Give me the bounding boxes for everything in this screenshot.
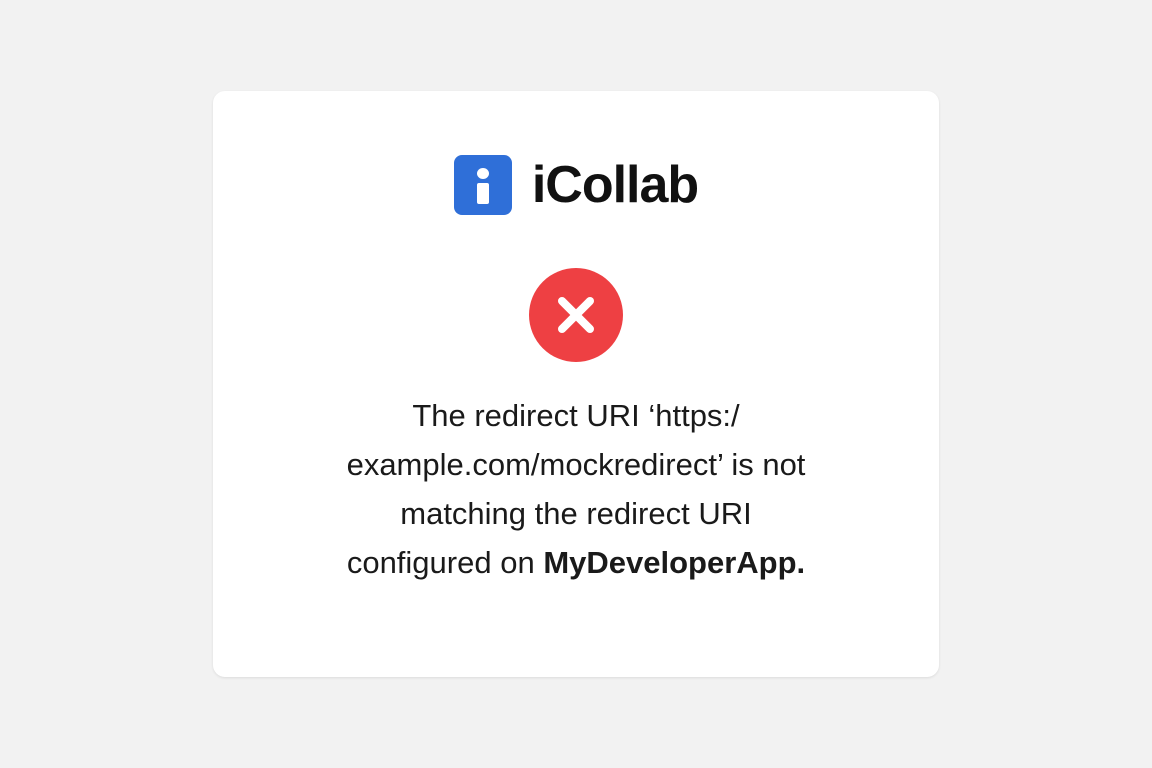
app-name: MyDeveloperApp. xyxy=(543,545,806,580)
error-message-line-4: configured on MyDeveloperApp. xyxy=(303,538,849,587)
error-message: The redirect URI ‘https:/ example.com/mo… xyxy=(303,391,849,587)
info-icon xyxy=(453,155,512,215)
brand-header: iCollab xyxy=(213,155,939,215)
error-x-icon xyxy=(529,268,623,362)
error-message-text: configured on xyxy=(346,545,544,580)
error-message-line-3: matching the redirect URI xyxy=(400,496,752,531)
error-message-line-1: The redirect URI ‘https:/ xyxy=(412,398,740,433)
error-card: iCollab The redirect URI ‘https:/ exampl… xyxy=(213,91,939,677)
brand-name: iCollab xyxy=(531,156,699,214)
error-message-line-2: example.com/mockredirect’ is not xyxy=(346,447,806,482)
